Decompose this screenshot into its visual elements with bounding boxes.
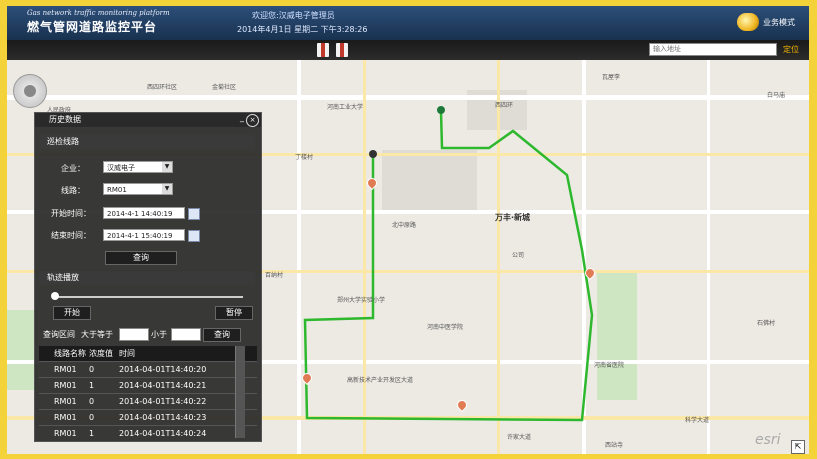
- pause-button[interactable]: 暂停: [215, 306, 253, 320]
- playback-slider-track[interactable]: [55, 296, 243, 298]
- map-label: 瓦屋李: [602, 74, 621, 81]
- table-row[interactable]: RM01 0 2014-04-01T14:40:23: [39, 410, 257, 426]
- line-select[interactable]: RM01 ▼: [103, 183, 173, 195]
- table-cell: 0: [89, 413, 95, 422]
- range-max-input[interactable]: [171, 328, 201, 341]
- locate-button[interactable]: 定位: [783, 44, 799, 55]
- playback-slider-handle[interactable]: [51, 292, 59, 300]
- book-icon[interactable]: [317, 43, 329, 57]
- playback-section-header[interactable]: 轨迹播放: [39, 271, 255, 285]
- table-cell: RM01: [54, 429, 77, 438]
- range-query-button[interactable]: 查询: [203, 328, 241, 342]
- table-row[interactable]: RM01 1 2014-04-01T14:40:21: [39, 378, 257, 394]
- esri-logo: esri: [755, 432, 781, 448]
- table-cell: 2014-04-01T14:40:20: [119, 365, 207, 374]
- map-label: 高新技术产业开发区大道: [347, 377, 414, 384]
- end-time-label: 结束时间：: [51, 231, 91, 240]
- history-data-panel: 历史数据 _ × 巡检线路 企业： 汉威电子 ▼ 线路： RM01 ▼ 开始时间： …: [34, 112, 262, 442]
- table-cell: 0: [89, 365, 95, 374]
- company-select[interactable]: 汉威电子 ▼: [103, 161, 173, 173]
- column-header: 时间: [119, 349, 135, 358]
- line-value: RM01: [107, 186, 127, 194]
- lt-label: 小于: [151, 330, 167, 339]
- book-icon[interactable]: [336, 43, 348, 57]
- table-cell: RM01: [54, 381, 77, 390]
- start-time-label: 开始时间：: [51, 209, 91, 218]
- map-label: 河南中医学院: [427, 324, 464, 331]
- mode-label: 业务模式: [763, 17, 795, 27]
- table-row[interactable]: RM01 0 2014-04-01T14:40:22: [39, 394, 257, 410]
- start-time-input[interactable]: 2014-4-1 14:40:19: [103, 207, 185, 219]
- app-subtitle: Gas network traffic monitoring platform: [27, 9, 170, 17]
- table-header-row: 线路名称 浓度值 时间: [39, 346, 257, 362]
- map-label: 万丰·新城: [495, 213, 531, 222]
- welcome-text: 欢迎您:汉威电子管理员: [252, 11, 335, 20]
- close-icon[interactable]: ×: [246, 114, 259, 127]
- table-cell: 2014-04-01T14:40:23: [119, 413, 207, 422]
- range-min-input[interactable]: [119, 328, 149, 341]
- calendar-icon[interactable]: [188, 208, 200, 220]
- overview-toggle-button[interactable]: ⇱: [791, 440, 805, 454]
- map-label: 科学大道: [685, 417, 710, 424]
- inspection-route: [303, 111, 594, 422]
- minimize-icon[interactable]: _: [240, 113, 244, 122]
- table-cell: 2014-04-01T14:40:24: [119, 429, 207, 438]
- map-label: 西四环: [495, 102, 514, 109]
- query-button[interactable]: 查询: [105, 251, 177, 265]
- start-button[interactable]: 开始: [53, 306, 91, 320]
- company-label: 企业：: [61, 164, 85, 173]
- table-cell: 2014-04-01T14:40:21: [119, 381, 207, 390]
- map-label: 北中原路: [392, 222, 417, 229]
- column-header: 浓度值: [89, 349, 113, 358]
- table-scrollbar[interactable]: [235, 346, 245, 438]
- table-row[interactable]: RM01 0 2014-04-01T14:40:20: [39, 362, 257, 378]
- calendar-icon[interactable]: [188, 230, 200, 242]
- header: Gas network traffic monitoring platform …: [7, 6, 809, 40]
- range-label: 查询区间: [43, 330, 75, 339]
- route-section-header[interactable]: 巡检线路: [39, 135, 255, 149]
- datetime-text: 2014年4月1日 星期二 下午3:28:26: [237, 25, 368, 34]
- column-header: 线路名称: [54, 349, 86, 358]
- toolbar: 定位: [7, 40, 809, 60]
- panel-title: 历史数据: [35, 113, 261, 127]
- map-label: 河南省医院: [594, 362, 625, 369]
- results-table: 线路名称 浓度值 时间 RM01 0 2014-04-01T14:40:20 R…: [39, 346, 257, 442]
- line-label: 线路：: [61, 186, 85, 195]
- chevron-down-icon: ▼: [162, 162, 172, 172]
- map-label: 百纳村: [265, 272, 284, 279]
- map-label: 丁楼村: [295, 154, 314, 161]
- map-label: 石佛村: [757, 320, 776, 327]
- map-pan-control[interactable]: [13, 74, 47, 108]
- company-value: 汉威电子: [107, 164, 135, 172]
- app-frame: Gas network traffic monitoring platform …: [7, 6, 809, 454]
- address-input[interactable]: [649, 43, 777, 56]
- business-mode-button[interactable]: 业务模式: [737, 11, 801, 33]
- ge-label: 大于等于: [81, 330, 113, 339]
- route-end-marker: [369, 150, 377, 158]
- map-label: 白马庙: [767, 92, 786, 99]
- map-label: 西四环社区: [147, 84, 178, 91]
- table-cell: 2014-04-01T14:40:22: [119, 397, 207, 406]
- end-time-input[interactable]: 2014-4-1 15:40:19: [103, 229, 185, 241]
- table-cell: 1: [89, 429, 95, 438]
- map-label: 西站寺: [605, 442, 624, 449]
- route-start-marker: [437, 106, 445, 114]
- table-cell: RM01: [54, 413, 77, 422]
- map-label: 河南工业大学: [327, 104, 364, 111]
- table-cell: RM01: [54, 397, 77, 406]
- table-row[interactable]: RM01 1 2014-04-01T14:40:24: [39, 426, 257, 442]
- map-label: 公司: [512, 252, 525, 259]
- table-cell: 1: [89, 381, 95, 390]
- mode-icon: [737, 13, 759, 31]
- table-cell: 0: [89, 397, 95, 406]
- chevron-down-icon: ▼: [162, 184, 172, 194]
- map-label: 郑州大学实验小学: [337, 297, 386, 304]
- table-cell: RM01: [54, 365, 77, 374]
- map-label: 许家大道: [507, 434, 532, 441]
- map-label: 金菊社区: [212, 84, 237, 91]
- app-title: 燃气管网道路监控平台: [27, 20, 158, 34]
